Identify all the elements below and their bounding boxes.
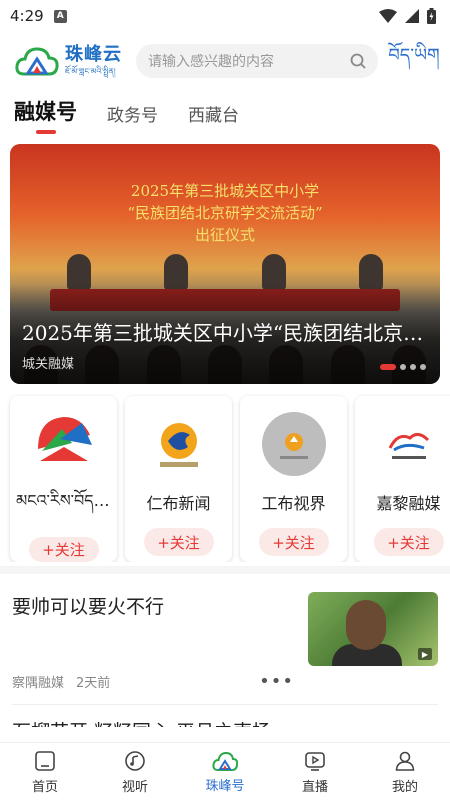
channel-card-jiali[interactable]: 嘉黎融媒 +关注 bbox=[355, 396, 450, 562]
news-item[interactable]: 要帅可以要火不行 察隅融媒 2天前 ••• ▶ bbox=[0, 574, 450, 704]
notification-icon: A bbox=[53, 9, 67, 23]
tabbar-zhufenghao[interactable]: 珠峰号 bbox=[190, 750, 260, 794]
channel-logo-renbu bbox=[147, 412, 211, 476]
news-meta: 察隅融媒 2天前 ••• bbox=[12, 671, 308, 692]
ngari-logo-icon bbox=[37, 416, 92, 461]
banner-pagination bbox=[380, 364, 426, 370]
search-icon[interactable] bbox=[350, 53, 366, 69]
news-title-next[interactable]: 石榴花开 籽籽同心 平月之声扬 bbox=[0, 705, 450, 727]
tabbar-home[interactable]: 首页 bbox=[10, 749, 80, 795]
news-title[interactable]: 要帅可以要火不行 bbox=[12, 592, 308, 619]
tabbar-profile-label: 我的 bbox=[391, 779, 418, 795]
channel-logo-gongbu bbox=[261, 412, 326, 476]
featured-banner[interactable]: 2025年第三批城关区中小学 “民族团结北京研学交流活动” 出征仪式 2025年… bbox=[10, 144, 440, 384]
banner-dot-1[interactable] bbox=[380, 364, 396, 370]
channel-name: མངའ་རིས་བོད་ལྗོངས bbox=[16, 491, 111, 510]
logo-text: 珠峰云 ཇོ་མོ་གླང་མའི་སྤྲིན། bbox=[65, 46, 122, 76]
live-icon bbox=[305, 751, 325, 771]
bottom-tab-bar: 首页 视听 珠峰号 直播 我的 bbox=[0, 742, 450, 800]
status-left: 4:29 A bbox=[10, 7, 67, 25]
channel-list: མངའ་རིས་བོད་ལྗོངས +关注 仁布新闻 +关注 工布视界 +关注 bbox=[0, 384, 450, 562]
status-bar: 4:29 A bbox=[0, 0, 450, 32]
channel-name: 仁布新闻 bbox=[146, 494, 211, 513]
tab-xizangtai[interactable]: 西藏台 bbox=[188, 101, 239, 134]
battery-icon bbox=[427, 8, 436, 24]
video-play-icon: ▶ bbox=[418, 648, 432, 660]
signal-icon bbox=[405, 9, 419, 23]
status-time: 4:29 bbox=[10, 7, 44, 25]
tab-rongmeihao[interactable]: 融媒号 bbox=[14, 96, 77, 134]
banner-title[interactable]: 2025年第三批城关区中小学“民族团结北京研学交流活动”出征仪式 bbox=[22, 317, 428, 346]
news-source: 察隅融媒 bbox=[12, 676, 65, 691]
zhufeng-icon bbox=[212, 751, 238, 771]
channel-card-gongbu[interactable]: 工布视界 +关注 bbox=[240, 396, 347, 562]
channel-logo-jiali bbox=[377, 412, 441, 476]
app-logo[interactable]: 珠峰云 ཇོ་མོ་གླང་མའི་སྤྲིན། bbox=[14, 44, 126, 78]
channel-card-ngari[interactable]: མངའ་རིས་བོད་ལྗོངས +关注 bbox=[10, 396, 117, 562]
channel-name: 嘉黎融媒 bbox=[376, 494, 441, 513]
tabbar-zhufenghao-label: 珠峰号 bbox=[205, 778, 245, 794]
stage-line-3: 出征仪式 bbox=[194, 226, 255, 244]
tabbar-home-label: 首页 bbox=[31, 779, 58, 795]
zhufeng-cloud-logo-icon bbox=[15, 47, 59, 76]
logo-title: 珠峰云 bbox=[65, 44, 122, 65]
banner-stage-text: 2025年第三批城关区中小学 “民族团结北京研学交流活动” 出征仪式 bbox=[10, 180, 440, 246]
banner-source: 城关融媒 bbox=[22, 357, 75, 372]
more-options-icon[interactable]: ••• bbox=[259, 671, 294, 692]
channel-card-renbu[interactable]: 仁布新闻 +关注 bbox=[125, 396, 232, 562]
home-icon bbox=[35, 750, 55, 771]
tabbar-live-label: 直播 bbox=[301, 779, 328, 795]
news-time: 2天前 bbox=[76, 676, 111, 691]
logo-subtitle: ཇོ་མོ་གླང་མའི་སྤྲིན། bbox=[65, 67, 116, 76]
music-icon bbox=[125, 750, 145, 771]
top-tabs: 融媒号 政务号 西藏台 bbox=[0, 90, 450, 134]
app-header: 珠峰云 ཇོ་མོ་གླང་མའི་སྤྲིན། 请输入感兴趣的内容 བོད་ཡ… bbox=[0, 32, 450, 90]
banner-dot-2[interactable] bbox=[400, 364, 406, 370]
stage-line-1: 2025年第三批城关区中小学 bbox=[130, 182, 320, 200]
status-right bbox=[379, 8, 436, 24]
news-thumbnail[interactable]: ▶ bbox=[308, 592, 438, 666]
follow-button[interactable]: +关注 bbox=[143, 528, 214, 556]
banner-dot-4[interactable] bbox=[420, 364, 426, 370]
jiali-logo-icon bbox=[388, 433, 429, 459]
wifi-icon bbox=[379, 9, 397, 23]
tabbar-profile[interactable]: 我的 bbox=[370, 749, 440, 795]
stage-line-2: “民族团结北京研学交流活动” bbox=[127, 204, 323, 222]
search-placeholder: 请输入感兴趣的内容 bbox=[148, 54, 274, 70]
gongbu-logo-icon bbox=[279, 433, 308, 459]
follow-button[interactable]: +关注 bbox=[373, 528, 444, 556]
channel-logo-ngari bbox=[32, 412, 96, 469]
section-divider bbox=[0, 566, 450, 574]
channel-name: 工布视界 bbox=[261, 494, 326, 513]
search-input[interactable]: 请输入感兴趣的内容 bbox=[136, 44, 378, 78]
banner-dot-3[interactable] bbox=[410, 364, 416, 370]
tabbar-media-label: 视听 bbox=[121, 779, 148, 795]
profile-icon bbox=[395, 751, 415, 771]
tabbar-media[interactable]: 视听 bbox=[100, 749, 170, 795]
tabbar-live[interactable]: 直播 bbox=[280, 749, 350, 795]
follow-button[interactable]: +关注 bbox=[28, 537, 99, 562]
renbu-logo-icon bbox=[159, 423, 198, 467]
follow-button[interactable]: +关注 bbox=[258, 528, 329, 556]
news-text: 要帅可以要火不行 察隅融媒 2天前 ••• bbox=[12, 592, 308, 704]
tab-zhengwuhao[interactable]: 政务号 bbox=[107, 101, 158, 134]
language-switch-button[interactable]: བོད་ཡིག bbox=[388, 36, 440, 86]
